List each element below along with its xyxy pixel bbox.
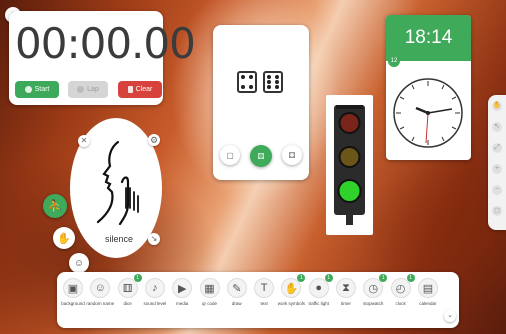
tool-calendar[interactable]: ▤ calendar: [417, 278, 439, 306]
start-label: Start: [34, 86, 50, 93]
tool-draw[interactable]: ✎ draw: [226, 278, 248, 306]
person-icon: ☺: [90, 278, 111, 298]
die-2[interactable]: [263, 71, 283, 93]
close-icon[interactable]: ✕: [78, 135, 90, 147]
media-icon: ▶: [172, 278, 193, 298]
tool-clock[interactable]: ◴ 1 clock: [390, 274, 415, 306]
tool-qr-code[interactable]: ▦ qr code: [199, 278, 221, 306]
gear-icon[interactable]: ⚙: [148, 134, 160, 146]
qr-icon: ▦: [199, 278, 220, 298]
tool-count-badge: 1: [406, 274, 415, 282]
tool-label: calendar: [419, 301, 437, 306]
tool-label: draw: [231, 301, 242, 306]
text-icon: T: [254, 278, 275, 298]
bottom-toolbar: ▣ background ☺ random name ⚅ 1 dice ♪ sound leve…: [57, 272, 459, 328]
digital-time: 18:14: [386, 15, 471, 61]
chevron-down-icon[interactable]: ⌄: [444, 310, 456, 322]
tool-label: random name: [86, 301, 115, 306]
tool-sound-level[interactable]: ♪ sound level: [144, 278, 166, 306]
lap-label: Lap: [87, 86, 99, 93]
tool-label: sound level: [143, 301, 167, 306]
hand-icon[interactable]: ✋: [492, 101, 502, 111]
dice-settings-button[interactable]: ▢: [220, 145, 240, 165]
roll-dice-button[interactable]: ⚄: [250, 145, 272, 167]
hourglass-icon: ⧗: [336, 278, 356, 298]
red-light: [338, 112, 361, 134]
hands-icon: ✋: [57, 232, 71, 245]
tool-work-symbols[interactable]: ✋ 1 work symbols: [277, 274, 306, 306]
clear-label: Clear: [135, 86, 153, 93]
add-dice-button[interactable]: ⚃: [282, 145, 302, 165]
tool-random-name[interactable]: ☺ random name: [86, 278, 115, 306]
pencil-icon: ✎: [226, 278, 247, 298]
dice-widget: ▢ ⚄ ⚃: [213, 25, 309, 180]
tool-background[interactable]: ▣ background: [61, 278, 85, 306]
tool-label: background: [61, 301, 85, 306]
tool-count-badge: 1: [133, 274, 142, 282]
dice-icon: ⚄: [257, 151, 265, 161]
tool-count-badge: 1: [324, 274, 333, 282]
side-toolbar: ✋ ↖ ⤢ + − ◻: [488, 95, 506, 230]
calendar-icon: ▤: [417, 278, 438, 298]
stopwatch-display: 00:00.00: [15, 19, 196, 68]
square-icon: ▢: [226, 150, 234, 160]
resize-icon[interactable]: ↘: [148, 233, 160, 245]
tool-count-badge: 1: [297, 274, 306, 282]
silence-label: silence: [105, 234, 134, 244]
traffic-light-widget: [326, 95, 373, 235]
clear-button[interactable]: Clear: [118, 81, 162, 98]
image-icon: ▣: [63, 278, 83, 298]
tool-dice[interactable]: ⚅ 1 dice: [117, 274, 142, 306]
tool-media[interactable]: ▶ media: [171, 278, 193, 306]
tool-count-badge: 1: [379, 274, 388, 282]
clock-badge[interactable]: 12: [388, 55, 400, 67]
lap-button[interactable]: Lap: [68, 81, 108, 98]
tool-label: traffic light: [308, 301, 329, 306]
tool-label: stopwatch: [363, 301, 384, 306]
tool-timer[interactable]: ⧗ timer: [335, 278, 357, 306]
tool-label: dice: [123, 301, 132, 306]
tool-label: text: [260, 301, 268, 306]
amber-light: [338, 146, 361, 168]
expand-icon[interactable]: ⤢: [492, 143, 502, 153]
cursor-icon[interactable]: ↖: [492, 122, 502, 132]
play-icon: [24, 86, 32, 93]
tool-text[interactable]: Ttext: [253, 278, 275, 306]
microphone-icon: ♪: [144, 278, 165, 298]
fit-icon[interactable]: ◻: [492, 206, 502, 216]
analog-clock: [393, 78, 463, 148]
work-symbol-active-button[interactable]: ⛹: [43, 194, 67, 218]
tool-label: timer: [341, 301, 351, 306]
tool-label: media: [176, 301, 189, 306]
stop-icon: [127, 86, 133, 93]
dice-pair-icon: ⚃: [288, 150, 296, 160]
green-light: [337, 179, 362, 203]
tool-traffic-light[interactable]: ● 1 traffic light: [308, 274, 333, 306]
start-button[interactable]: Start: [15, 81, 59, 98]
minus-icon[interactable]: −: [492, 185, 502, 195]
tool-label: qr code: [201, 301, 217, 306]
die-1[interactable]: [237, 71, 257, 93]
traffic-light-icon: [334, 105, 365, 225]
tool-label: work symbols: [277, 301, 306, 306]
tool-stopwatch[interactable]: ◷ 1 stopwatch: [362, 274, 388, 306]
clock-widget: 18:14: [386, 15, 471, 160]
work-symbol-hands-button[interactable]: ✋: [53, 227, 75, 249]
lap-icon: [77, 86, 85, 93]
group-icon: ☺: [73, 257, 85, 269]
person-working-icon: ⛹: [47, 199, 63, 213]
tool-label: clock: [395, 301, 406, 306]
work-symbol-group-button[interactable]: ☺: [69, 253, 89, 273]
plus-icon[interactable]: +: [492, 164, 502, 174]
